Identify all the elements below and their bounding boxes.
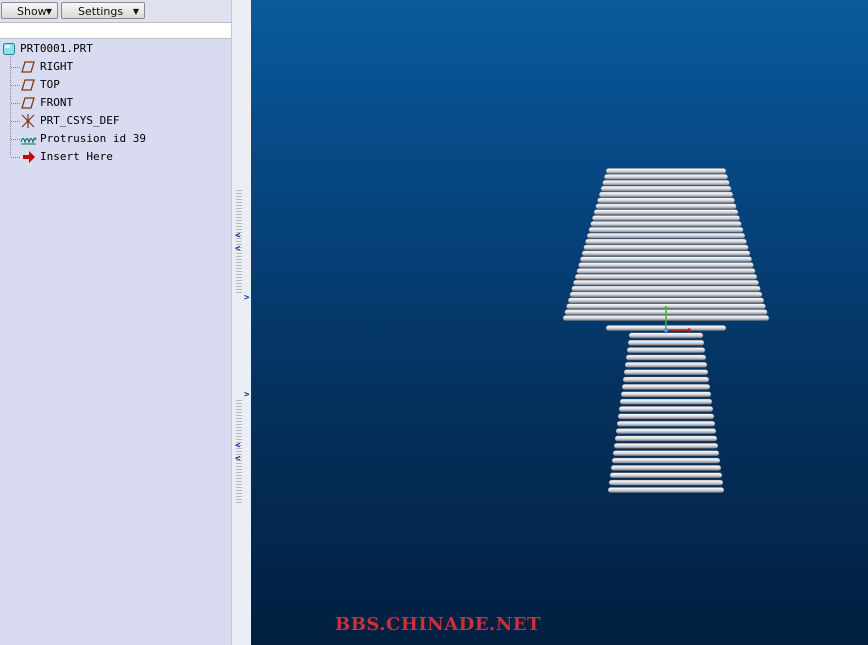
shade-coil-turn: [597, 197, 735, 204]
caret-down-icon: ▼: [45, 7, 52, 16]
stand-coil-turn: [628, 332, 704, 339]
model-tree-toolbar: Show ▼ Settings ▼: [0, 0, 231, 23]
stand-coil-turn: [627, 339, 705, 346]
shade-coil-turn: [573, 279, 759, 286]
shade-coil-turn: [583, 244, 749, 251]
graphics-viewport[interactable]: BBS.CHINADE.NET: [251, 0, 868, 645]
show-button-label: Show: [17, 5, 47, 18]
part-icon: [3, 43, 15, 55]
shade-coil-turn: [580, 256, 753, 263]
shade-coil-turn: [602, 179, 730, 186]
expand-right-icon[interactable]: >: [244, 293, 249, 303]
caret-down-icon: ▼: [132, 7, 139, 16]
shade-coil-turn: [571, 285, 761, 292]
shade-coil-turn: [588, 226, 744, 233]
stand-coil-turn: [615, 428, 717, 434]
shade-coil-turn: [592, 215, 740, 221]
helical-sweep-icon: [20, 137, 37, 145]
stand-coil-turn: [618, 406, 714, 412]
stand-coil-turn: [614, 435, 718, 442]
helical-lamp-model: [562, 168, 770, 493]
watermark-text: BBS.CHINADE.NET: [335, 614, 541, 635]
collapse-left-icon[interactable]: <: [235, 454, 240, 464]
collapse-left-icon[interactable]: <: [235, 244, 240, 254]
shade-coil-turn: [574, 274, 758, 280]
stand-coil-turn: [610, 465, 722, 471]
tree-item-label: TOP: [40, 78, 60, 91]
insert-arrow-icon: [23, 151, 35, 163]
shade-coil-turn: [598, 191, 734, 198]
stand-coil-turn: [623, 369, 709, 375]
shade-coil-turn: [593, 209, 739, 215]
shade-coil-turn: [585, 238, 747, 245]
shade-coil-turn: [605, 168, 727, 174]
settings-button[interactable]: Settings ▼: [61, 2, 145, 19]
shade-coil-turn: [604, 174, 728, 180]
tree-item-label: PRT_CSYS_DEF: [40, 114, 120, 127]
stand-coil-turn: [608, 479, 724, 486]
stand-coil-turn: [607, 487, 725, 493]
tree-item-label: FRONT: [40, 96, 74, 109]
shade-coil-turn: [576, 268, 756, 274]
stand-coil-turn: [624, 362, 708, 368]
shade-coil-turn: [586, 232, 746, 239]
tree-item-label: Insert Here: [40, 150, 113, 163]
coordinate-system-icon: [21, 114, 35, 128]
settings-button-label: Settings: [78, 5, 124, 18]
stand-coil-turn: [622, 376, 710, 383]
splitter-grip: [236, 190, 242, 295]
shade-coil-turn: [569, 291, 763, 298]
shade-coil-turn: [567, 297, 765, 304]
stand-coil-turn: [616, 420, 716, 427]
tree-item-label: Protrusion id 39: [40, 132, 146, 145]
shade-coil-turn: [578, 262, 754, 268]
tree-filter-area: [0, 23, 231, 39]
model-tree-panel: Show ▼ Settings ▼ PRT0001.PRT RIGHT TOP …: [0, 0, 231, 645]
tree-item-label: RIGHT: [40, 60, 74, 73]
stand-coil-turn: [619, 398, 713, 405]
datum-plane-icon: [21, 61, 35, 73]
stand-coil-turn: [612, 450, 720, 456]
stand-coil-turn: [609, 472, 723, 479]
shade-coil-turn: [595, 203, 737, 210]
datum-plane-icon: [21, 79, 35, 91]
panel-splitter[interactable]: < < > > < <: [231, 0, 252, 645]
stand-coil-turn: [626, 347, 706, 353]
collapse-left-icon[interactable]: <: [235, 441, 240, 451]
collapse-left-icon[interactable]: <: [235, 231, 240, 241]
stand-coil-turn: [613, 443, 719, 449]
stand-coil-turn: [617, 413, 715, 420]
shade-coil-turn: [590, 221, 742, 227]
stand-coil-turn: [620, 391, 712, 398]
tree-connector-line: [10, 56, 11, 155]
splitter-grip: [236, 400, 242, 505]
shade-coil-turn: [581, 250, 751, 257]
tree-root-label: PRT0001.PRT: [20, 42, 93, 55]
show-button[interactable]: Show ▼: [1, 2, 58, 19]
stand-coil-turn: [625, 354, 707, 361]
shade-coil-turn: [600, 185, 732, 192]
datum-plane-icon: [21, 97, 35, 109]
stand-coil-turn: [621, 384, 711, 390]
stand-coil-turn: [611, 457, 721, 464]
expand-right-icon[interactable]: >: [244, 390, 249, 400]
